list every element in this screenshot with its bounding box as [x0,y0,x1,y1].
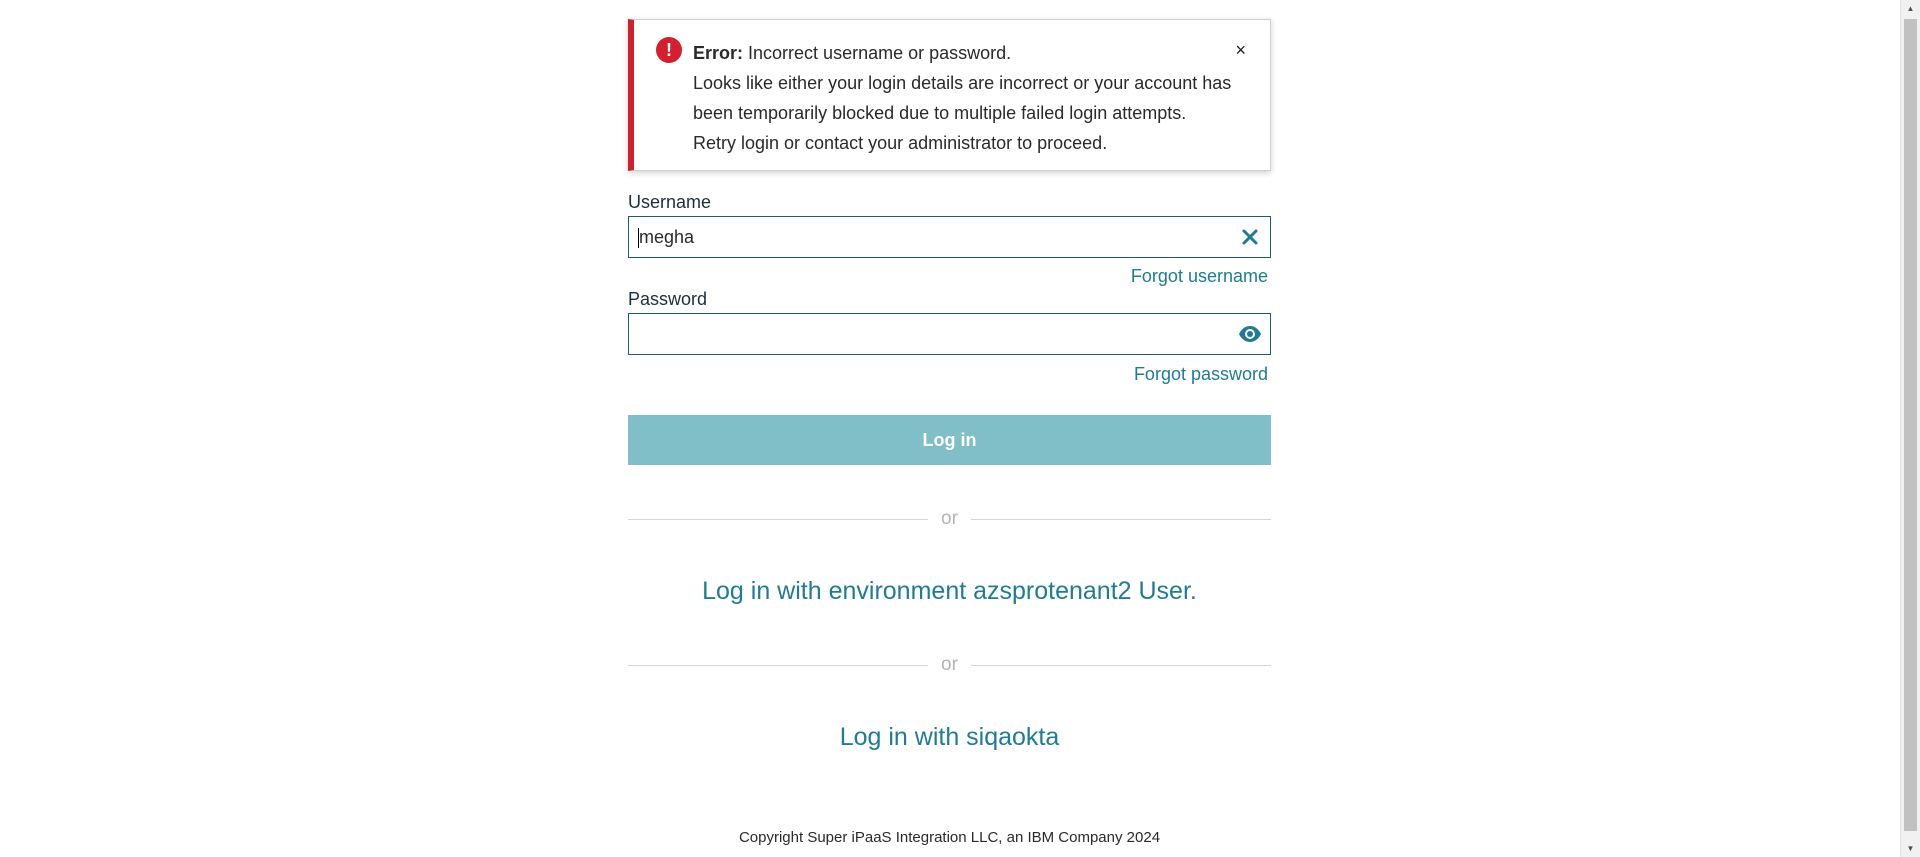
password-label: Password [628,289,708,309]
divider-line [971,665,1271,666]
error-label: Error: [693,43,744,63]
or-divider: or [628,508,1271,530]
error-title-line: Error: Incorrect username or password. [693,38,1233,68]
login-button[interactable]: Log in [628,415,1271,465]
scroll-down-arrow-icon[interactable]: ▼ [1901,840,1920,857]
sso-login-link[interactable]: Log in with siqaokta [628,723,1271,752]
username-label: Username [628,192,712,212]
password-field[interactable] [628,313,1271,355]
error-notification: ! Error: Incorrect username or password.… [628,19,1271,171]
scroll-up-arrow-icon[interactable]: ▲ [1901,0,1920,17]
username-field[interactable] [628,216,1271,258]
close-icon[interactable]: × [1235,40,1246,60]
username-input[interactable] [639,217,1199,257]
or-divider: or [628,654,1271,676]
clear-icon[interactable] [1238,225,1262,249]
divider-line [971,519,1271,520]
eye-icon[interactable] [1238,322,1262,346]
error-detail-line-3: Retry login or contact your administrato… [693,133,1108,153]
forgot-username-link[interactable]: Forgot username [1131,266,1268,287]
text-caret [638,228,639,248]
forgot-password-link[interactable]: Forgot password [1134,364,1268,385]
scrollbar-thumb[interactable] [1904,19,1917,831]
error-message: Error: Incorrect username or password. L… [693,38,1233,158]
vertical-scrollbar[interactable]: ▲ ▼ [1900,0,1920,857]
error-detail-line-1: Looks like either your login details are… [693,73,1232,93]
copyright-text: Copyright Super iPaaS Integration LLC, a… [738,829,1161,846]
environment-login-link[interactable]: Log in with environment azsprotenant2 Us… [628,577,1271,606]
password-input[interactable] [639,314,1199,354]
error-detail-line-2: been temporarily blocked due to multiple… [693,103,1187,123]
error-title: Incorrect username or password. [748,43,1012,63]
exclamation-icon: ! [656,37,682,63]
